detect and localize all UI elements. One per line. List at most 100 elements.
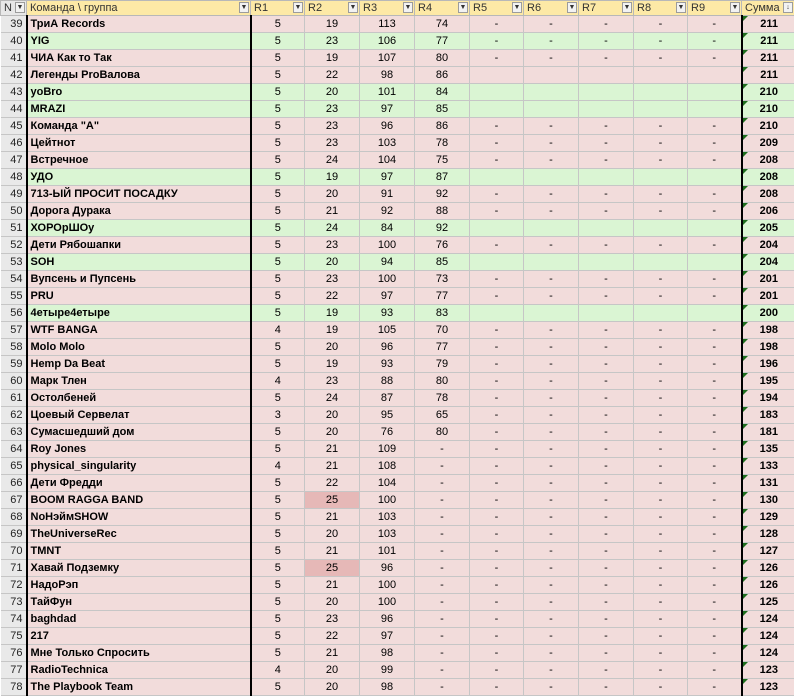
round-score-cell[interactable]: -: [578, 678, 634, 696]
round-score-cell[interactable]: -: [523, 610, 579, 628]
round-score-cell[interactable]: 78: [414, 134, 470, 152]
round-score-cell[interactable]: 80: [414, 423, 470, 441]
round-score-cell[interactable]: -: [469, 49, 524, 67]
team-name-cell[interactable]: BOOM RAGGA BAND: [26, 491, 252, 509]
round-score-cell[interactable]: -: [469, 321, 524, 339]
round-score-cell[interactable]: -: [469, 627, 524, 645]
round-score-cell[interactable]: -: [523, 406, 579, 424]
row-number-cell[interactable]: 73: [0, 593, 28, 611]
total-sum-cell[interactable]: 204: [740, 236, 794, 254]
round-score-cell[interactable]: 103: [359, 508, 415, 526]
round-score-cell[interactable]: -: [578, 32, 634, 50]
round-score-cell[interactable]: [578, 83, 634, 101]
round-score-cell[interactable]: -: [523, 321, 579, 339]
round-score-cell[interactable]: -: [687, 440, 742, 458]
round-score-cell[interactable]: 22: [304, 627, 360, 645]
round-score-cell[interactable]: -: [523, 338, 579, 356]
round-score-cell[interactable]: 5: [250, 525, 305, 543]
round-score-cell[interactable]: -: [469, 338, 524, 356]
round-score-cell[interactable]: -: [633, 32, 688, 50]
round-score-cell[interactable]: 92: [414, 219, 470, 237]
round-score-cell[interactable]: -: [578, 406, 634, 424]
row-number-cell[interactable]: 50: [0, 202, 28, 220]
team-name-cell[interactable]: Вупсень и Пупсень: [26, 270, 252, 288]
round-score-cell[interactable]: -: [687, 151, 742, 169]
round-score-cell[interactable]: -: [578, 491, 634, 509]
team-name-cell[interactable]: RadioTechnica: [26, 661, 252, 679]
row-number-cell[interactable]: 58: [0, 338, 28, 356]
round-score-cell[interactable]: 77: [414, 287, 470, 305]
round-score-cell[interactable]: -: [469, 491, 524, 509]
round-score-cell[interactable]: -: [633, 610, 688, 628]
team-name-cell[interactable]: ТайФун: [26, 593, 252, 611]
round-score-cell[interactable]: -: [414, 644, 470, 662]
round-score-cell[interactable]: [523, 168, 579, 186]
round-score-cell[interactable]: 19: [304, 168, 360, 186]
round-score-cell[interactable]: -: [469, 440, 524, 458]
total-sum-cell[interactable]: 210: [740, 83, 794, 101]
round-score-cell[interactable]: 5: [250, 202, 305, 220]
total-sum-cell[interactable]: 181: [740, 423, 794, 441]
total-sum-cell[interactable]: 208: [740, 185, 794, 203]
round-score-cell[interactable]: -: [469, 372, 524, 390]
round-score-cell[interactable]: -: [469, 117, 524, 135]
round-score-cell[interactable]: -: [687, 423, 742, 441]
round-score-cell[interactable]: 97: [359, 168, 415, 186]
row-number-cell[interactable]: 40: [0, 32, 28, 50]
round-score-cell[interactable]: 5: [250, 389, 305, 407]
round-score-cell[interactable]: 77: [414, 32, 470, 50]
round-score-cell[interactable]: -: [578, 644, 634, 662]
round-score-cell[interactable]: -: [687, 661, 742, 679]
round-score-cell[interactable]: -: [523, 236, 579, 254]
round-score-cell[interactable]: -: [633, 236, 688, 254]
team-name-cell[interactable]: Hemp Da Beat: [26, 355, 252, 373]
round-score-cell[interactable]: 101: [359, 542, 415, 560]
round-score-cell[interactable]: -: [578, 185, 634, 203]
round-score-cell[interactable]: 20: [304, 253, 360, 271]
total-sum-cell[interactable]: 200: [740, 304, 794, 322]
team-name-cell[interactable]: 217: [26, 627, 252, 645]
round-score-cell[interactable]: 5: [250, 151, 305, 169]
round-score-cell[interactable]: -: [633, 661, 688, 679]
round-score-cell[interactable]: [578, 100, 634, 118]
round-score-cell[interactable]: -: [687, 644, 742, 662]
round-score-cell[interactable]: [687, 100, 742, 118]
round-score-cell[interactable]: 21: [304, 644, 360, 662]
round-score-cell[interactable]: [633, 304, 688, 322]
row-number-cell[interactable]: 76: [0, 644, 28, 662]
round-score-cell[interactable]: 20: [304, 423, 360, 441]
round-score-cell[interactable]: -: [414, 525, 470, 543]
round-score-cell[interactable]: -: [469, 270, 524, 288]
round-score-cell[interactable]: -: [578, 321, 634, 339]
round-score-cell[interactable]: -: [633, 593, 688, 611]
row-number-cell[interactable]: 68: [0, 508, 28, 526]
round-score-cell[interactable]: 91: [359, 185, 415, 203]
team-name-cell[interactable]: Цоевый Сервелат: [26, 406, 252, 424]
round-score-cell[interactable]: 5: [250, 15, 305, 33]
total-sum-cell[interactable]: 208: [740, 168, 794, 186]
round-score-cell[interactable]: -: [633, 542, 688, 560]
round-score-cell[interactable]: [687, 253, 742, 271]
round-score-cell[interactable]: [469, 66, 524, 84]
round-score-cell[interactable]: 5: [250, 49, 305, 67]
round-score-cell[interactable]: 84: [414, 83, 470, 101]
round-score-cell[interactable]: 23: [304, 134, 360, 152]
round-score-cell[interactable]: 100: [359, 593, 415, 611]
round-score-cell[interactable]: -: [633, 406, 688, 424]
team-name-cell[interactable]: ТриА Records: [26, 15, 252, 33]
round-score-cell[interactable]: -: [578, 474, 634, 492]
round-score-cell[interactable]: 100: [359, 576, 415, 594]
row-number-cell[interactable]: 78: [0, 678, 28, 696]
round-score-cell[interactable]: [687, 66, 742, 84]
round-score-cell[interactable]: 21: [304, 508, 360, 526]
round-score-cell[interactable]: 103: [359, 134, 415, 152]
round-score-cell[interactable]: -: [687, 236, 742, 254]
team-name-cell[interactable]: НадоРэп: [26, 576, 252, 594]
row-number-cell[interactable]: 69: [0, 525, 28, 543]
round-score-cell[interactable]: [523, 219, 579, 237]
round-score-cell[interactable]: 97: [359, 287, 415, 305]
round-score-cell[interactable]: -: [469, 661, 524, 679]
total-sum-cell[interactable]: 211: [740, 66, 794, 84]
round-score-cell[interactable]: -: [414, 576, 470, 594]
round-score-cell[interactable]: [687, 304, 742, 322]
